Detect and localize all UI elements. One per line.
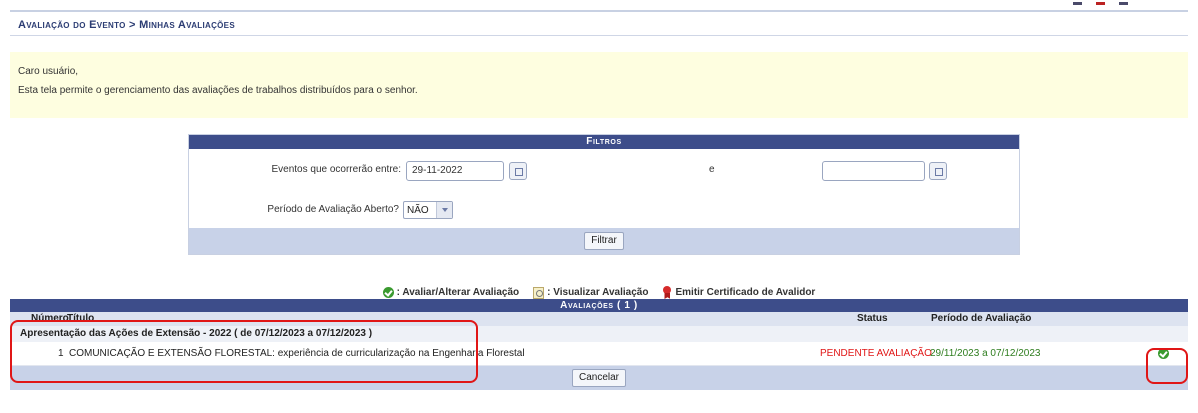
check-icon: [382, 287, 394, 298]
legend-evaluate-label: : Avaliar/Alterar Avaliação: [396, 287, 520, 298]
notice-greeting: Caro usuário,: [18, 66, 79, 77]
legend-view: : Visualizar Avaliação: [533, 286, 649, 299]
column-status: Status: [857, 313, 888, 324]
maximize-mark[interactable]: [1096, 2, 1105, 5]
top-divider: [10, 10, 1188, 12]
end-date-input[interactable]: [822, 161, 925, 181]
icon-legend: : Avaliar/Alterar Avaliação : Visualizar…: [0, 286, 1198, 299]
open-period-label: Período de Avaliação Aberto?: [267, 204, 399, 215]
cancel-button[interactable]: Cancelar: [571, 369, 627, 387]
column-period: Período de Avaliação: [931, 313, 1032, 324]
chevron-down-icon: [436, 202, 452, 218]
info-notice: Caro usuário, Esta tela permite o gerenc…: [10, 52, 1188, 118]
filters-panel: Filtros Eventos que ocorrerão entre: 29-…: [188, 134, 1020, 255]
breadcrumb: Avaliação do Evento > Minhas Avaliações: [10, 14, 1188, 36]
view-document-icon: [533, 286, 545, 299]
filters-title: Filtros: [189, 135, 1019, 149]
start-date-input[interactable]: 29-11-2022: [406, 161, 504, 181]
legend-certificate-label: Emitir Certificado de Avalidor: [675, 287, 816, 298]
minimize-mark[interactable]: [1073, 2, 1082, 5]
legend-view-label: : Visualizar Avaliação: [547, 287, 649, 298]
row-status: PENDENTE AVALIAÇÃO: [820, 348, 932, 359]
close-mark[interactable]: [1119, 2, 1128, 5]
row-period: 29/11/2023 a 07/12/2023: [930, 348, 1041, 359]
evaluations-title: Avaliações ( 1 ): [10, 299, 1188, 312]
filters-footer: Filtrar: [189, 228, 1019, 254]
highlight-box-action: [1146, 348, 1188, 384]
open-period-select[interactable]: NÃO: [403, 201, 453, 219]
certificate-ribbon-icon: [662, 286, 672, 299]
open-period-value: NÃO: [407, 204, 429, 216]
legend-certificate: Emitir Certificado de Avalidor: [662, 286, 815, 299]
highlight-box-rows: [10, 320, 478, 383]
window-controls: [1073, 2, 1128, 5]
top-bar: [0, 0, 1198, 12]
date-connector: e: [709, 164, 715, 175]
filter-button[interactable]: Filtrar: [584, 232, 624, 250]
events-label: Eventos que ocorrerão entre:: [271, 164, 401, 175]
start-calendar-icon[interactable]: [509, 162, 527, 180]
notice-message: Esta tela permite o gerenciamento das av…: [18, 85, 418, 96]
end-calendar-icon[interactable]: [929, 162, 947, 180]
legend-evaluate: : Avaliar/Alterar Avaliação: [382, 287, 520, 298]
